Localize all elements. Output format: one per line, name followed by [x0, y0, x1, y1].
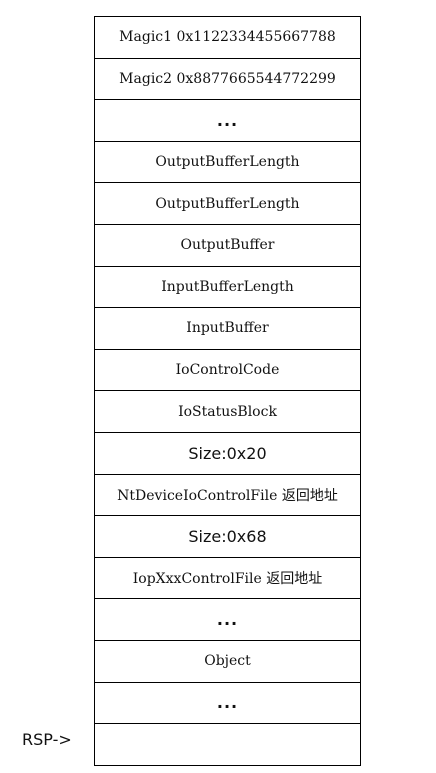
- stack-slot-label: Object: [204, 653, 251, 670]
- stack-slot: IoControlCode: [95, 350, 360, 392]
- stack-slot-label: IoStatusBlock: [178, 403, 277, 420]
- stack-slot-label: ...: [216, 610, 239, 630]
- stack-slot-label: Size:0x68: [188, 526, 267, 546]
- stack-slot: ...: [95, 683, 360, 725]
- stack-slot: Size:0x20: [95, 433, 360, 475]
- stack-slot-label: ...: [216, 110, 239, 130]
- stack-slot: ...: [95, 599, 360, 641]
- stack-slot-label: OutputBuffer: [180, 237, 275, 254]
- stack-slot-label: IopXxxControlFile 返回地址: [132, 571, 323, 588]
- stack-slot: Magic1 0x1122334455667788: [95, 17, 360, 59]
- stack-slot-label: Size:0x20: [188, 443, 267, 463]
- stack-slot: Size:0x68: [95, 516, 360, 558]
- stack-slot: OutputBufferLength: [95, 142, 360, 184]
- stack-slot: ...: [95, 100, 360, 142]
- stack-slot: OutputBuffer: [95, 225, 360, 267]
- stack-slot: NtDeviceIoControlFile 返回地址: [95, 475, 360, 517]
- stack-slot-label: ...: [216, 693, 239, 713]
- stack-slot: Object: [95, 641, 360, 683]
- stack-slot-label: InputBuffer: [186, 320, 269, 337]
- stack-slot: InputBufferLength: [95, 267, 360, 309]
- stack-slot: [95, 724, 360, 766]
- stack-slot-label: NtDeviceIoControlFile 返回地址: [117, 487, 338, 504]
- stack-slot-label: OutputBufferLength: [155, 154, 300, 171]
- stack-slot-label: IoControlCode: [175, 362, 280, 379]
- stack-slot: Magic2 0x8877665544772299: [95, 59, 360, 101]
- stack-slot: InputBuffer: [95, 308, 360, 350]
- stack-slot-label: InputBufferLength: [161, 278, 294, 295]
- stack-slot: IopXxxControlFile 返回地址: [95, 558, 360, 600]
- stack-slot-label: Magic1 0x1122334455667788: [119, 29, 336, 46]
- stack-frame-diagram: Magic1 0x1122334455667788 Magic2 0x887766…: [94, 16, 361, 766]
- stack-slot-label: OutputBufferLength: [155, 195, 300, 212]
- rsp-pointer-label: RSP->: [22, 730, 72, 749]
- stack-slot: OutputBufferLength: [95, 183, 360, 225]
- stack-slot-label: Magic2 0x8877665544772299: [119, 70, 336, 87]
- stack-slot: IoStatusBlock: [95, 391, 360, 433]
